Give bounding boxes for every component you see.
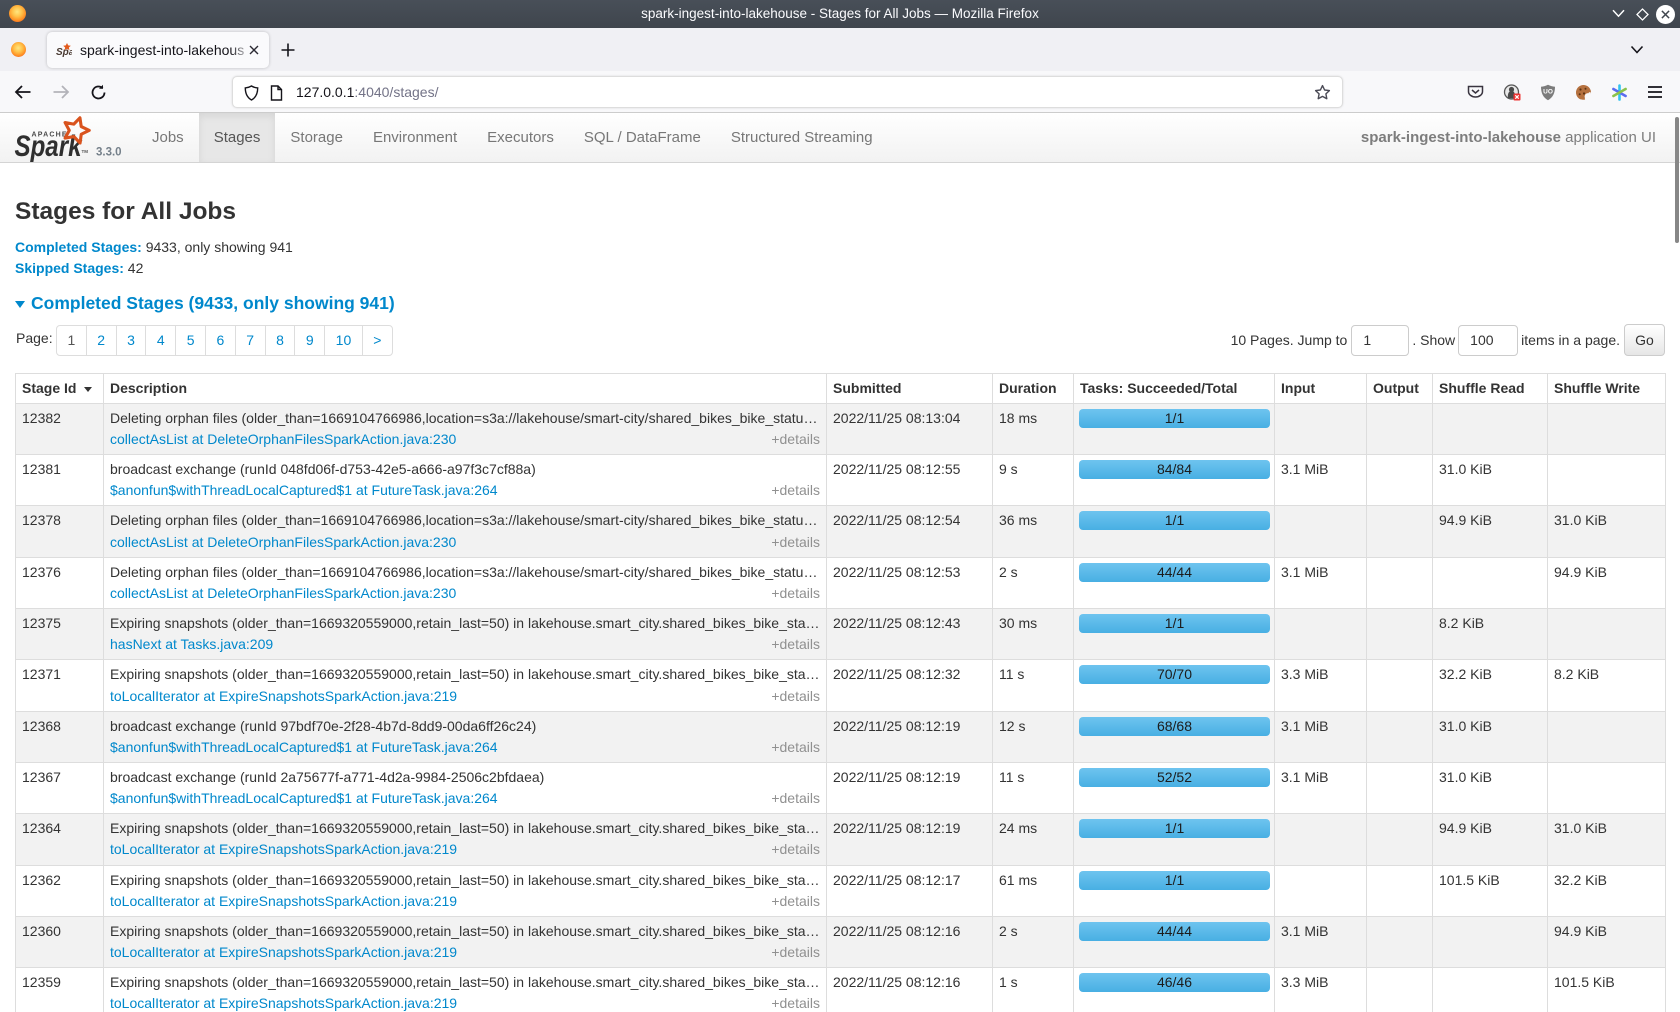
svg-text:UO: UO (1543, 88, 1553, 95)
svg-text:Spark: Spark (56, 47, 72, 58)
svg-text:3.3.0: 3.3.0 (96, 147, 122, 159)
svg-text:Spark: Spark (15, 130, 83, 163)
svg-text:TM: TM (82, 149, 89, 154)
